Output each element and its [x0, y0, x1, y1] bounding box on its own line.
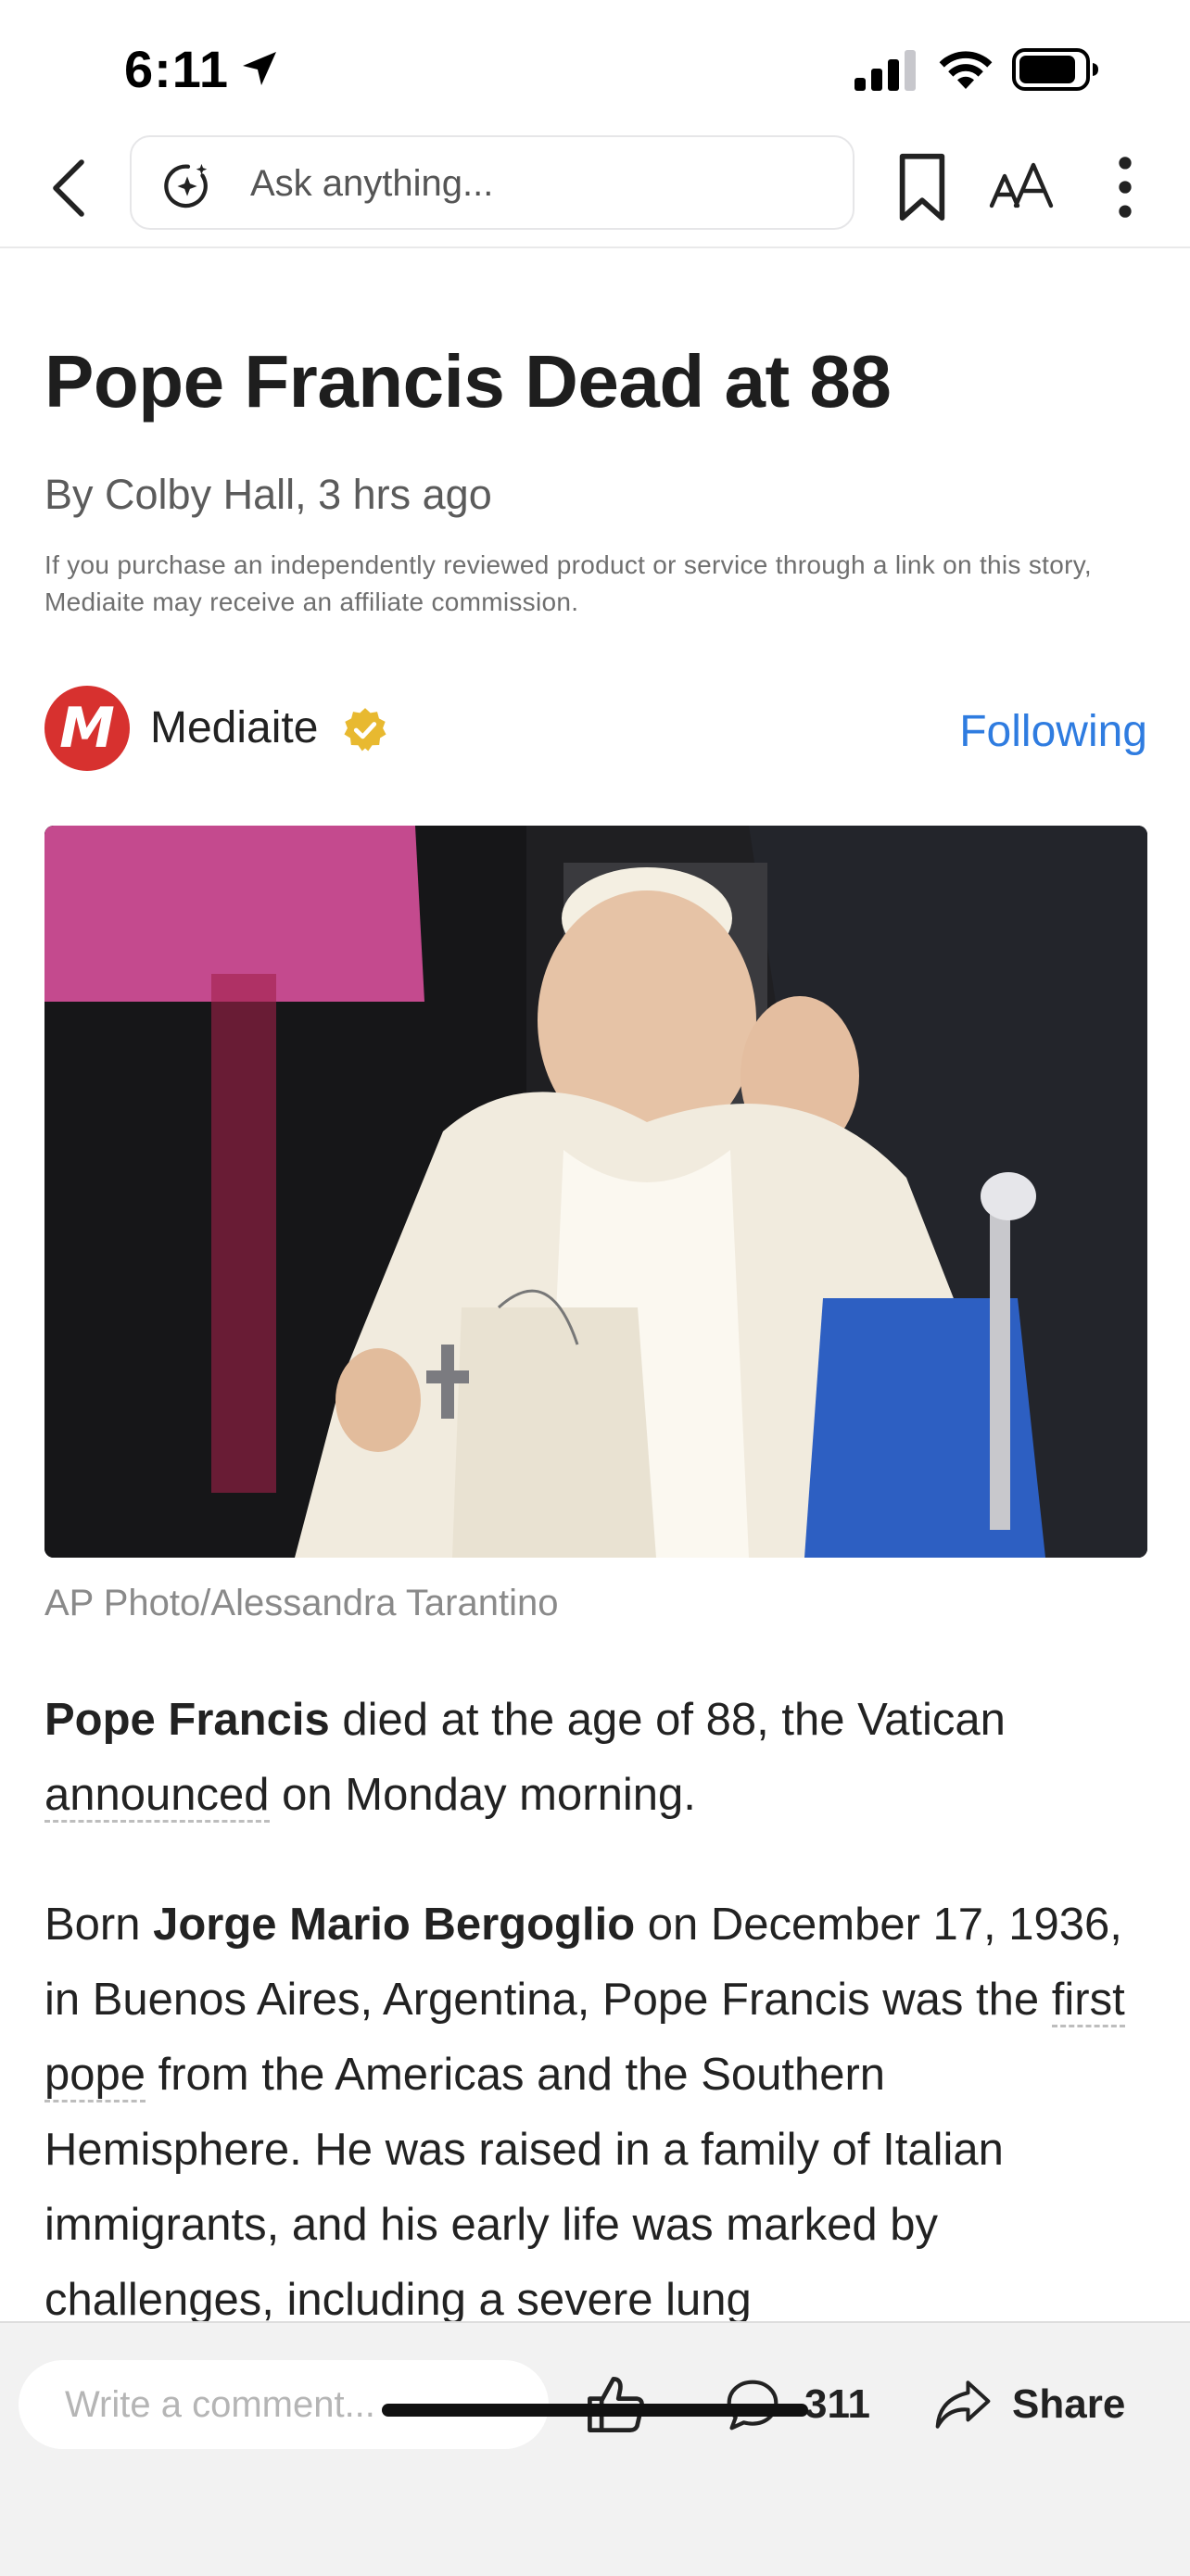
image-caption: AP Photo/Alessandra Tarantino — [44, 1583, 559, 1623]
back-button[interactable] — [41, 154, 96, 222]
back-chevron-icon — [53, 159, 84, 217]
battery-icon — [1012, 48, 1098, 91]
paragraph-bold-name: Jorge Mario Bergoglio — [153, 1900, 636, 1950]
publisher-row: M Mediaite Following — [44, 686, 1147, 773]
share-arrow-icon — [935, 2380, 991, 2429]
pope-photo-illustration — [44, 826, 1147, 1558]
article-headline: Pope Francis Dead at 88 — [44, 340, 892, 423]
paragraph-bold-name: Pope Francis — [44, 1695, 330, 1745]
signal-icon — [855, 50, 916, 91]
following-button[interactable]: Following — [959, 706, 1147, 757]
hero-image[interactable] — [44, 826, 1147, 1558]
top-bar — [0, 130, 1190, 248]
affiliate-disclaimer: If you purchase an independently reviewe… — [44, 550, 1092, 616]
wifi-icon — [939, 51, 993, 89]
bottom-action-bar: 311 Share — [0, 2321, 1190, 2576]
announced-link[interactable]: announced — [44, 1770, 270, 1823]
search-input[interactable] — [250, 156, 806, 211]
location-arrow-icon — [243, 52, 276, 85]
paragraph-text: Born — [44, 1900, 154, 1950]
status-time: 6:11 — [124, 40, 229, 98]
paragraph-text: died at the age of 88, the Vatican — [329, 1695, 1006, 1745]
bookmark-icon[interactable] — [895, 152, 949, 222]
article-paragraph-2: Born Jorge Mario Bergoglio on December 1… — [44, 1888, 1147, 2338]
article-paragraph-1: Pope Francis died at the age of 88, the … — [44, 1683, 1147, 1833]
paragraph-text: from the Americas and the Southern Hemis… — [44, 2050, 1004, 2325]
status-bar: 6:11 — [0, 0, 1190, 130]
home-indicator[interactable] — [382, 2404, 808, 2417]
text-size-icon[interactable] — [988, 152, 1055, 222]
ai-sparkle-icon — [164, 163, 208, 208]
paragraph-text: on Monday morning. — [269, 1770, 696, 1820]
share-button[interactable]: Share — [934, 2373, 1125, 2436]
publisher-name[interactable]: Mediaite — [150, 702, 318, 753]
publisher-logo[interactable]: M — [44, 686, 130, 771]
share-label: Share — [1012, 2381, 1126, 2427]
verified-badge-icon — [344, 708, 386, 751]
comment-count: 311 — [804, 2381, 870, 2427]
article-byline[interactable]: By Colby Hall, 3 hrs ago — [44, 471, 492, 519]
more-vertical-icon[interactable] — [1108, 152, 1142, 222]
ask-anything-box[interactable] — [130, 135, 855, 230]
